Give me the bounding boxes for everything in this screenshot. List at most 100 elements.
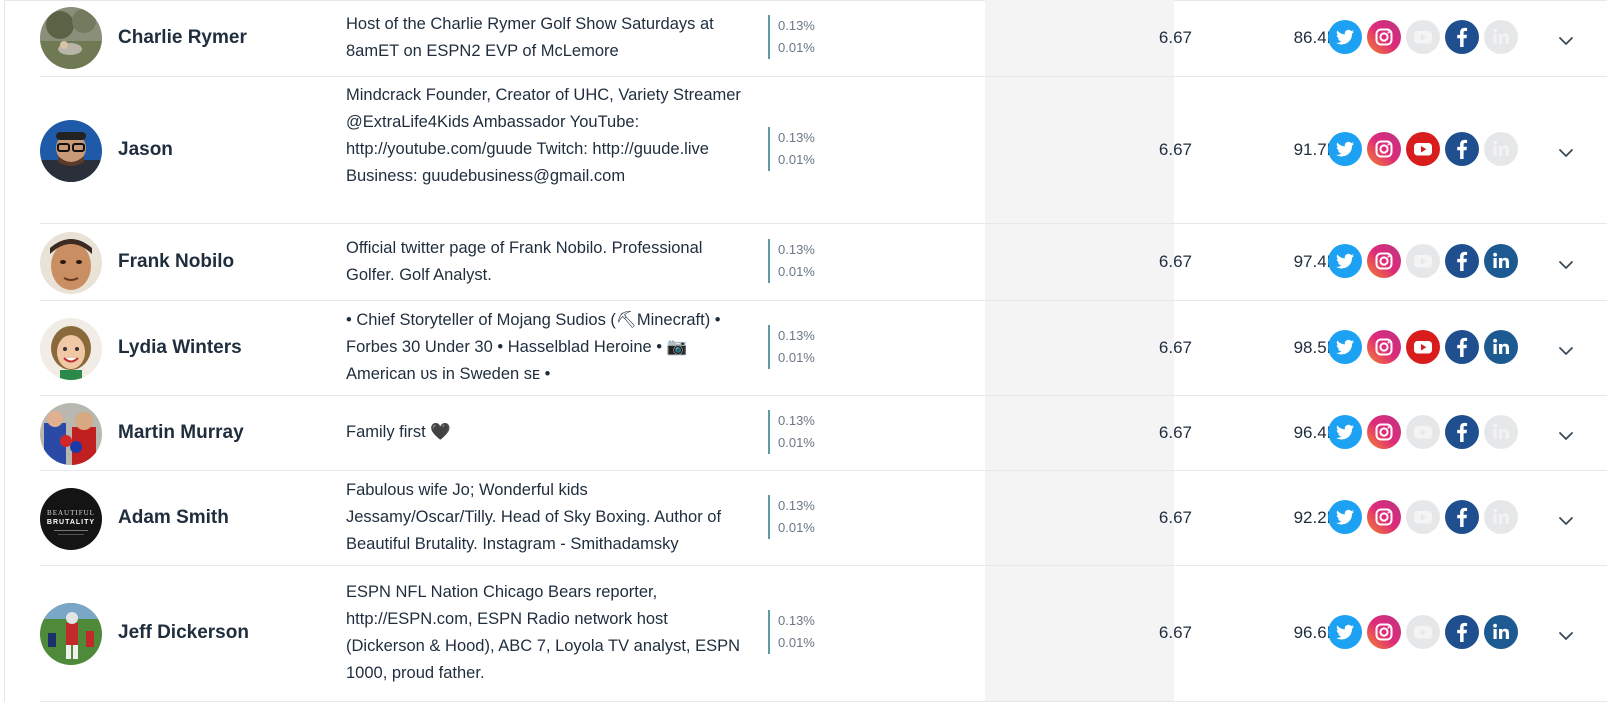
influencer-bio: Mindcrack Founder, Creator of UHC, Varie… [346,86,741,185]
chevron-down-icon[interactable] [1556,341,1576,361]
follower-count: 96.4K [1293,422,1338,442]
influencer-name[interactable]: Adam Smith [118,507,229,529]
engagement-rate-bottom: 0.01% [778,39,815,55]
follower-count: 96.6K [1293,623,1338,642]
instagram-icon[interactable] [1367,329,1401,364]
influencer-row[interactable]: Jason Mindcrack Founder, Creator of UHC,… [40,77,1607,224]
linkedin-icon[interactable] [1484,243,1518,278]
influencer-row[interactable]: Martin Murray Family first 🖤 0.13% 0.01%… [40,396,1607,471]
facebook-icon[interactable] [1445,19,1479,54]
youtube-icon [1406,414,1440,449]
social-links [1328,131,1518,166]
instagram-icon[interactable] [1367,19,1401,54]
influencer-name[interactable]: Charlie Rymer [118,27,247,49]
engagement-rate-top: 0.13% [778,412,815,428]
facebook-icon[interactable] [1445,615,1479,649]
social-links [1328,499,1518,534]
facebook-icon[interactable] [1445,243,1479,278]
influence-score: 6.67 [1158,139,1192,159]
avatar[interactable] [40,402,102,465]
facebook-icon[interactable] [1445,329,1479,364]
engagement-rate-bottom: 0.01% [778,434,815,450]
influence-score: 6.67 [1158,251,1192,271]
influence-score: 6.67 [1158,422,1192,442]
linkedin-icon [1484,414,1518,449]
engagement-rate-bottom: 0.01% [778,635,815,650]
avatar[interactable] [40,119,102,182]
influencer-name[interactable]: Lydia Winters [118,337,242,359]
follower-count: 91.7K [1293,139,1338,159]
engagement-rate-bottom: 0.01% [778,349,815,365]
influencer-row[interactable]: Charlie Rymer Host of the Charlie Rymer … [40,0,1607,77]
linkedin-icon [1484,19,1518,54]
engagement-rate: 0.13% 0.01% [768,14,815,59]
avatar[interactable] [40,6,102,69]
influencer-name[interactable]: Jeff Dickerson [118,622,249,644]
social-links [1328,243,1518,278]
influencer-row[interactable]: Frank Nobilo Official twitter page of Fr… [40,224,1607,301]
linkedin-icon[interactable] [1484,329,1518,364]
instagram-icon[interactable] [1367,243,1401,278]
influencer-row[interactable]: BEAUTIFUL BRUTALITY Adam Smith Fabulous w… [40,471,1607,566]
influencer-bio: Family first 🖤 [346,423,451,441]
twitter-icon[interactable] [1328,329,1362,364]
avatar[interactable] [40,603,102,665]
engagement-rate-top: 0.13% [778,241,815,257]
engagement-rate: 0.13% 0.01% [768,409,815,454]
linkedin-icon [1484,499,1518,534]
svg-text:BRUTALITY: BRUTALITY [47,519,95,526]
twitter-icon[interactable] [1328,615,1362,649]
social-links [1328,329,1518,364]
facebook-icon[interactable] [1445,414,1479,449]
influencer-bio: • Chief Storyteller of Mojang Sudios (⛏M… [346,311,721,383]
avatar[interactable]: BEAUTIFUL BRUTALITY [40,487,102,550]
instagram-icon[interactable] [1367,499,1401,534]
chevron-down-icon[interactable] [1556,426,1576,446]
instagram-icon[interactable] [1367,131,1401,166]
chevron-down-icon[interactable] [1556,143,1576,163]
twitter-icon[interactable] [1328,499,1362,534]
influencer-row[interactable]: Jeff Dickerson ESPN NFL Nation Chicago B… [40,566,1607,702]
influencer-name[interactable]: Martin Murray [118,422,244,444]
follower-count: 98.5K [1293,337,1338,357]
linkedin-icon [1484,131,1518,166]
engagement-rate-top: 0.13% [778,327,815,343]
chevron-down-icon[interactable] [1556,31,1576,51]
facebook-icon[interactable] [1445,499,1479,534]
engagement-rate-bottom: 0.01% [778,263,815,279]
follower-count: 97.4K [1293,251,1338,271]
youtube-icon [1406,615,1440,649]
engagement-rate-top: 0.13% [778,613,815,628]
influencer-name[interactable]: Jason [118,139,173,161]
twitter-icon[interactable] [1328,131,1362,166]
svg-text:BEAUTIFUL: BEAUTIFUL [47,509,95,517]
influence-score: 6.67 [1158,507,1192,527]
influencer-bio: Fabulous wife Jo; Wonderful kids Jessamy… [346,481,722,553]
linkedin-icon[interactable] [1484,615,1518,649]
chevron-down-icon[interactable] [1556,626,1576,646]
influencer-row[interactable]: Lydia Winters • Chief Storyteller of Moj… [40,301,1607,396]
engagement-rate: 0.13% 0.01% [768,494,815,539]
facebook-icon[interactable] [1445,131,1479,166]
twitter-icon[interactable] [1328,243,1362,278]
engagement-rate: 0.13% 0.01% [768,238,815,283]
influencer-bio: ESPN NFL Nation Chicago Bears reporter, … [346,583,741,682]
social-links [1328,414,1518,449]
engagement-rate: 0.13% 0.01% [768,610,815,654]
instagram-icon[interactable] [1367,414,1401,449]
engagement-rate-bottom: 0.01% [778,151,815,167]
avatar[interactable] [40,231,102,294]
engagement-rate-top: 0.13% [778,497,815,513]
chevron-down-icon[interactable] [1556,511,1576,531]
influencer-bio: Host of the Charlie Rymer Golf Show Satu… [346,14,714,60]
twitter-icon[interactable] [1328,19,1362,54]
social-links [1328,615,1518,649]
twitter-icon[interactable] [1328,414,1362,449]
influencer-name[interactable]: Frank Nobilo [118,251,234,273]
engagement-rate-top: 0.13% [778,129,815,145]
youtube-icon[interactable] [1406,131,1440,166]
youtube-icon[interactable] [1406,329,1440,364]
chevron-down-icon[interactable] [1556,255,1576,275]
instagram-icon[interactable] [1367,615,1401,649]
avatar[interactable] [40,317,102,380]
